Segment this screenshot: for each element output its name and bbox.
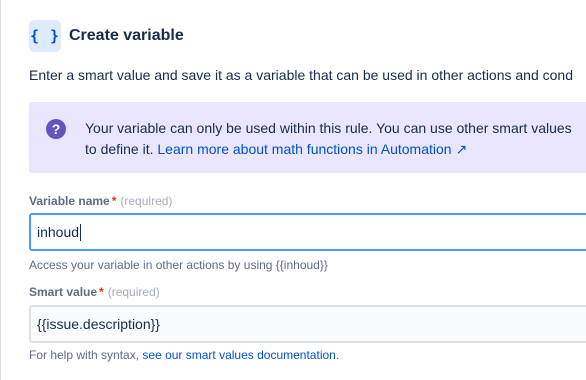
panel-description: Enter a smart value and save it as a var… (29, 67, 573, 83)
question-icon: ? (46, 119, 66, 139)
info-text-prefix: to define it. (85, 141, 158, 157)
math-functions-link[interactable]: Learn more about math functions in Autom… (157, 141, 467, 157)
panel-header: { } Create variable (29, 20, 184, 52)
smart-value-label-text: Smart value (29, 285, 98, 299)
required-text: (required) (120, 194, 173, 208)
variable-name-input[interactable]: inhoud (29, 213, 586, 251)
text-caret (80, 223, 82, 241)
smart-value-input[interactable]: {{issue.description}} (29, 305, 586, 343)
variable-name-label: Variable name * (required) (29, 194, 172, 208)
smart-value-label: Smart value * (required) (29, 285, 160, 299)
info-text-line1: Your variable can only be used within th… (85, 120, 572, 136)
info-text-line2: to define it. Learn more about math func… (85, 141, 467, 158)
variable-name-value: inhoud (37, 224, 80, 240)
smart-values-docs-link[interactable]: see our smart values documentation (142, 348, 335, 362)
required-indicator: * (99, 285, 104, 299)
curly-braces-icon: { } (29, 20, 61, 52)
smart-value-helper-suffix: . (335, 348, 340, 362)
info-section-message: ? Your variable can only be used within … (29, 102, 586, 173)
required-text: (required) (107, 285, 160, 299)
variable-name-helper: Access your variable in other actions by… (29, 258, 328, 272)
page-title: Create variable (69, 27, 184, 44)
smart-value-value: {{issue.description}} (37, 316, 160, 332)
variable-name-label-text: Variable name (29, 194, 110, 208)
create-variable-panel: { } Create variable Enter a smart value … (0, 0, 586, 380)
smart-value-helper: For help with syntax, see our smart valu… (29, 348, 339, 362)
required-indicator: * (111, 194, 117, 208)
smart-value-helper-prefix: For help with syntax, (29, 348, 143, 362)
